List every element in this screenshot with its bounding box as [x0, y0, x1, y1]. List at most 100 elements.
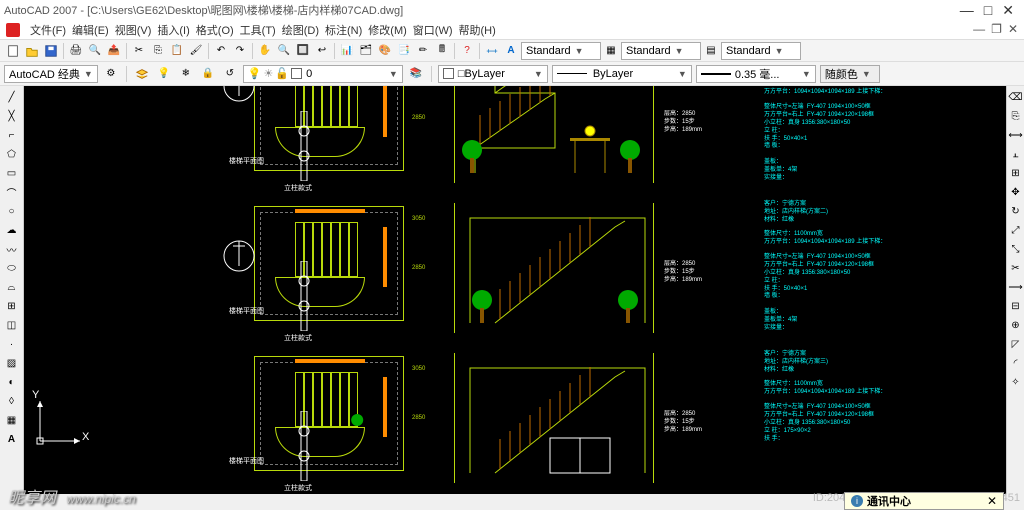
copy-tool[interactable]: ⎘ [1007, 107, 1024, 125]
explode-tool[interactable]: ✧ [1007, 373, 1024, 391]
layer-prev-button[interactable]: ↺ [221, 65, 239, 83]
properties-button[interactable]: 📊 [338, 42, 356, 60]
layer-states-button[interactable]: 📚 [407, 65, 425, 83]
layer-freeze-button[interactable]: ❄ [177, 65, 195, 83]
model-space[interactable]: 楼梯平面图 立柱款式 3050 2850 层高：2850 步数：15步 步高：1… [24, 86, 1006, 494]
revcloud-tool[interactable]: ☁ [0, 221, 23, 239]
menu-insert[interactable]: 插入(I) [157, 22, 189, 38]
arc-tool[interactable]: ⌒ [0, 183, 23, 201]
rectangle-tool[interactable]: ▭ [0, 164, 23, 182]
design-center-button[interactable]: 🗂 [357, 42, 375, 60]
cut-button[interactable]: ✂ [130, 42, 148, 60]
menu-file[interactable]: 文件(F) [30, 22, 66, 38]
mirror-tool[interactable]: ⟷ [1007, 126, 1024, 144]
ellipse-arc-tool[interactable]: ⌓ [0, 278, 23, 296]
move-tool[interactable]: ✥ [1007, 183, 1024, 201]
circle-tool[interactable]: ○ [0, 202, 23, 220]
plotstyle-select[interactable]: 随颜色 ▼ [820, 65, 880, 83]
scale-tool[interactable]: ⤢ [1007, 221, 1024, 239]
polygon-tool[interactable]: ⬠ [0, 145, 23, 163]
notif-close-button[interactable]: ✕ [987, 494, 997, 508]
zoom-realtime-button[interactable]: 🔍 [275, 42, 293, 60]
menu-help[interactable]: 帮助(H) [459, 22, 496, 38]
doc-close-button[interactable]: ✕ [1008, 22, 1018, 36]
new-button[interactable] [4, 42, 22, 60]
sheet-set-button[interactable]: 📑 [395, 42, 413, 60]
offset-tool[interactable]: ⫠ [1007, 145, 1024, 163]
xline-tool[interactable]: ╳ [0, 107, 23, 125]
menu-edit[interactable]: 编辑(E) [72, 22, 109, 38]
open-button[interactable] [23, 42, 41, 60]
doc-restore-button[interactable]: ❐ [991, 22, 1002, 36]
layer-props-button[interactable] [133, 65, 151, 83]
region-tool[interactable]: ◊ [0, 392, 23, 410]
layer-lock-button[interactable]: 🔒 [199, 65, 217, 83]
stretch-tool[interactable]: ⤡ [1007, 240, 1024, 258]
trim-tool[interactable]: ✂ [1007, 259, 1024, 277]
table-style-icon[interactable]: ▦ [602, 42, 620, 60]
calc-button[interactable]: 🖩 [433, 42, 451, 60]
maximize-button[interactable]: □ [984, 2, 992, 19]
mtext-tool[interactable]: A [0, 430, 23, 448]
lineweight-select[interactable]: 0.35 毫... ▼ [696, 65, 816, 83]
help-button[interactable]: ? [458, 42, 476, 60]
menu-window[interactable]: 窗口(W) [413, 22, 453, 38]
notification-popup[interactable]: i 通讯中心 ✕ [844, 492, 1004, 510]
table-tool[interactable]: ▦ [0, 411, 23, 429]
menu-format[interactable]: 格式(O) [196, 22, 234, 38]
print-button[interactable]: 🖨 [67, 42, 85, 60]
insert-block-tool[interactable]: ⊞ [0, 297, 23, 315]
ellipse-tool[interactable]: ⬭ [0, 259, 23, 277]
table-style-select[interactable]: Standard▼ [721, 42, 801, 60]
extend-tool[interactable]: ⟶ [1007, 278, 1024, 296]
gradient-tool[interactable]: ◐ [0, 373, 23, 391]
doc-minimize-button[interactable]: — [973, 22, 985, 36]
redo-button[interactable]: ↷ [231, 42, 249, 60]
markup-button[interactable]: ✏ [414, 42, 432, 60]
erase-tool[interactable]: ⌫ [1007, 88, 1024, 106]
point-tool[interactable]: · [0, 335, 23, 353]
menu-draw[interactable]: 绘图(D) [282, 22, 319, 38]
plot-preview-button[interactable]: 🔍 [86, 42, 104, 60]
layer-select[interactable]: 💡☀🔓 0 ▼ [243, 65, 403, 83]
menu-dimension[interactable]: 标注(N) [325, 22, 362, 38]
publish-button[interactable]: 📤 [105, 42, 123, 60]
line-tool[interactable]: ╱ [0, 88, 23, 106]
chevron-down-icon: ▼ [802, 69, 811, 79]
minimize-button[interactable]: — [960, 2, 974, 19]
workspace-select[interactable]: AutoCAD 经典▼ [4, 65, 98, 83]
menu-tools[interactable]: 工具(T) [240, 22, 276, 38]
match-prop-button[interactable]: 🖌 [187, 42, 205, 60]
dim-style-select[interactable]: Standard▼ [521, 42, 601, 60]
copy-button[interactable]: ⎘ [149, 42, 167, 60]
linetype-select[interactable]: ByLayer ▼ [552, 65, 692, 83]
chamfer-tool[interactable]: ◸ [1007, 335, 1024, 353]
zoom-previous-button[interactable]: ↩ [313, 42, 331, 60]
text-style-select[interactable]: Standard▼ [621, 42, 701, 60]
join-tool[interactable]: ⊕ [1007, 316, 1024, 334]
menu-modify[interactable]: 修改(M) [368, 22, 407, 38]
break-tool[interactable]: ⊟ [1007, 297, 1024, 315]
workspace-settings-button[interactable]: ⚙ [102, 65, 120, 83]
color-select[interactable]: □ ByLayer ▼ [438, 65, 548, 83]
zoom-window-button[interactable]: 🔲 [294, 42, 312, 60]
hatch-tool[interactable]: ▨ [0, 354, 23, 372]
dim-style-icon[interactable] [483, 42, 501, 60]
undo-button[interactable]: ↶ [212, 42, 230, 60]
text-style-icon[interactable]: A [502, 42, 520, 60]
make-block-tool[interactable]: ◫ [0, 316, 23, 334]
table-style-icon2[interactable]: ▤ [702, 42, 720, 60]
drawing-canvas[interactable]: 楼梯平面图 立柱款式 3050 2850 层高：2850 步数：15步 步高：1… [24, 86, 1006, 494]
paste-button[interactable]: 📋 [168, 42, 186, 60]
save-button[interactable] [42, 42, 60, 60]
fillet-tool[interactable]: ◜ [1007, 354, 1024, 372]
tool-palettes-button[interactable]: 🎨 [376, 42, 394, 60]
array-tool[interactable]: ⊞ [1007, 164, 1024, 182]
rotate-tool[interactable]: ↻ [1007, 202, 1024, 220]
close-button[interactable]: ✕ [1002, 2, 1014, 19]
polyline-tool[interactable]: ⌐ [0, 126, 23, 144]
menu-view[interactable]: 视图(V) [115, 22, 152, 38]
pan-button[interactable]: ✋ [256, 42, 274, 60]
layer-off-button[interactable]: 💡 [155, 65, 173, 83]
spline-tool[interactable]: 〰 [0, 240, 23, 258]
